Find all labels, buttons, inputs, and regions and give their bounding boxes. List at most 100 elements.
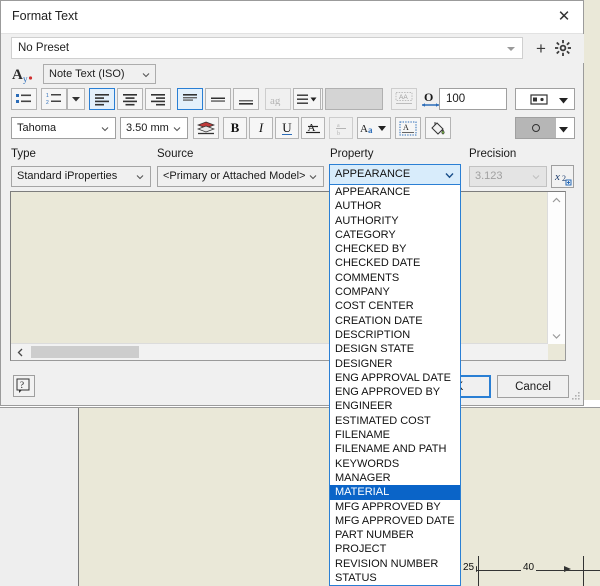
bulleted-list-button[interactable] bbox=[11, 88, 37, 110]
bold-icon: B bbox=[230, 120, 240, 135]
numbered-list-button[interactable]: 1 2 bbox=[41, 88, 67, 110]
dropdown-item[interactable]: STATUS bbox=[330, 571, 460, 585]
svg-text:a: a bbox=[368, 125, 373, 135]
text-style-icon: A y bbox=[11, 63, 35, 85]
dropdown-item[interactable]: FILENAME bbox=[330, 428, 460, 442]
text-edit-area[interactable] bbox=[10, 191, 566, 361]
property-dropdown-list[interactable]: APPEARANCE AUTHOR AUTHORITY CATEGORY CHECKED… bbox=[329, 184, 461, 586]
dropdown-item[interactable]: FILENAME AND PATH bbox=[330, 442, 460, 456]
text-color-swatch[interactable] bbox=[325, 88, 383, 110]
dropdown-item[interactable]: KEYWORDS bbox=[330, 457, 460, 471]
fraction-icon: a b bbox=[336, 123, 346, 136]
dropdown-item[interactable]: DESIGN STATE bbox=[330, 342, 460, 356]
dimension-label-40: 40 bbox=[521, 562, 537, 573]
dropdown-item[interactable]: DESIGNER bbox=[330, 357, 460, 371]
text-case-toggle-button[interactable]: A a bbox=[357, 117, 391, 139]
dropdown-item[interactable]: PART NUMBER bbox=[330, 528, 460, 542]
font-size-combo[interactable]: 3.50 mm bbox=[120, 117, 188, 139]
insert-property-button[interactable]: x 2 bbox=[551, 165, 574, 188]
stretch-percentage-input[interactable]: 100 bbox=[439, 88, 507, 110]
dropdown-item[interactable]: PROJECT bbox=[330, 542, 460, 556]
dropdown-item[interactable]: ESTIMATED COST bbox=[330, 414, 460, 428]
scroll-down-icon[interactable] bbox=[548, 328, 565, 344]
scroll-left-icon[interactable] bbox=[11, 344, 29, 360]
svg-text:A: A bbox=[360, 123, 368, 135]
chevron-down-icon bbox=[72, 97, 80, 102]
numbered-list-dropdown-button[interactable] bbox=[67, 88, 85, 110]
svg-text:x: x bbox=[554, 171, 560, 183]
property-combo[interactable]: APPEARANCE bbox=[329, 164, 461, 185]
text-fit-icon: AA bbox=[395, 92, 413, 104]
text-border-button[interactable]: A bbox=[395, 117, 421, 139]
text-fill-button[interactable] bbox=[425, 117, 451, 139]
text-edit-horizontal-scrollbar[interactable] bbox=[11, 343, 548, 360]
chevron-down-icon bbox=[445, 173, 454, 179]
align-center-button[interactable] bbox=[117, 88, 143, 110]
precision-combo: 3.123 bbox=[469, 166, 547, 187]
stacked-text-button[interactable] bbox=[193, 117, 219, 139]
type-combo[interactable]: Standard iProperties bbox=[11, 166, 151, 187]
dropdown-item[interactable]: CHECKED BY bbox=[330, 242, 460, 256]
symbol-picker-dropdown[interactable] bbox=[515, 117, 575, 139]
preset-combo-value: No Preset bbox=[18, 42, 70, 54]
dropdown-item[interactable]: DESCRIPTION bbox=[330, 328, 460, 342]
dropdown-item[interactable]: MATERIAL bbox=[330, 485, 460, 500]
bold-button[interactable]: B bbox=[223, 117, 247, 139]
dropdown-item[interactable]: COMMENTS bbox=[330, 271, 460, 285]
align-middle-button[interactable] bbox=[205, 88, 231, 110]
add-preset-button[interactable]: + bbox=[532, 39, 550, 57]
type-value: Standard iProperties bbox=[17, 170, 118, 182]
underline-button[interactable]: U bbox=[275, 117, 299, 139]
dropdown-item[interactable]: COMPANY bbox=[330, 285, 460, 299]
text-edit-canvas[interactable] bbox=[11, 192, 548, 344]
dropdown-item[interactable]: ENG APPROVED BY bbox=[330, 385, 460, 399]
dropdown-item[interactable]: AUTHORITY bbox=[330, 214, 460, 228]
field-labels-row: Type Source Property Precision bbox=[1, 148, 584, 164]
symbol-dropdown[interactable] bbox=[515, 88, 575, 110]
dropdown-item[interactable]: MANAGER bbox=[330, 471, 460, 485]
dropdown-item[interactable]: AUTHOR bbox=[330, 199, 460, 213]
chevron-down-icon bbox=[507, 47, 515, 51]
dropdown-item[interactable]: REVISION NUMBER bbox=[330, 557, 460, 571]
close-icon[interactable]: ✕ bbox=[549, 3, 579, 29]
scroll-up-icon[interactable] bbox=[548, 192, 565, 208]
dropdown-item[interactable]: CHECKED DATE bbox=[330, 256, 460, 270]
chevron-down-icon bbox=[142, 73, 150, 78]
dropdown-item[interactable]: APPEARANCE bbox=[330, 185, 460, 199]
dropdown-item[interactable]: MFG APPROVED DATE bbox=[330, 514, 460, 528]
text-style-combo[interactable]: Note Text (ISO) bbox=[43, 64, 156, 84]
svg-text:1: 1 bbox=[46, 93, 49, 99]
font-family-combo[interactable]: Tahoma bbox=[11, 117, 116, 139]
strikethrough-button[interactable]: A bbox=[301, 117, 325, 139]
source-value: <Primary or Attached Model> Dr… bbox=[163, 170, 309, 182]
svg-text:A: A bbox=[403, 123, 409, 132]
cad-browser-panel bbox=[0, 400, 79, 586]
horizontal-scroll-thumb[interactable] bbox=[31, 346, 139, 358]
align-right-button[interactable] bbox=[145, 88, 171, 110]
align-bottom-button[interactable] bbox=[233, 88, 259, 110]
text-style-value: Note Text (ISO) bbox=[49, 68, 125, 80]
svg-text:y: y bbox=[23, 74, 28, 84]
align-top-button[interactable] bbox=[177, 88, 203, 110]
source-combo[interactable]: <Primary or Attached Model> Dr… bbox=[157, 166, 324, 187]
italic-button[interactable]: I bbox=[249, 117, 273, 139]
dropdown-item[interactable]: ENGINEER bbox=[330, 399, 460, 413]
dropdown-item[interactable]: CREATION DATE bbox=[330, 314, 460, 328]
svg-text:O: O bbox=[424, 90, 433, 104]
help-button[interactable]: ? bbox=[13, 375, 35, 397]
preset-combo[interactable]: No Preset bbox=[11, 37, 523, 59]
cancel-button[interactable]: Cancel bbox=[497, 375, 569, 398]
gear-icon[interactable] bbox=[554, 39, 572, 57]
text-fit-button: AA bbox=[391, 88, 417, 110]
dropdown-item[interactable]: COST CENTER bbox=[330, 299, 460, 313]
dropdown-item[interactable]: ENG APPROVAL DATE bbox=[330, 371, 460, 385]
dropdown-item[interactable]: CATEGORY bbox=[330, 228, 460, 242]
resize-grip[interactable] bbox=[569, 391, 581, 403]
text-edit-vertical-scrollbar[interactable] bbox=[547, 192, 565, 344]
svg-text:?: ? bbox=[20, 380, 24, 390]
spacing-dropdown-button[interactable] bbox=[293, 88, 321, 110]
fraction-button: a b bbox=[329, 117, 353, 139]
dropdown-item[interactable]: MFG APPROVED BY bbox=[330, 500, 460, 514]
align-left-button[interactable] bbox=[89, 88, 115, 110]
italic-icon: I bbox=[258, 120, 264, 135]
